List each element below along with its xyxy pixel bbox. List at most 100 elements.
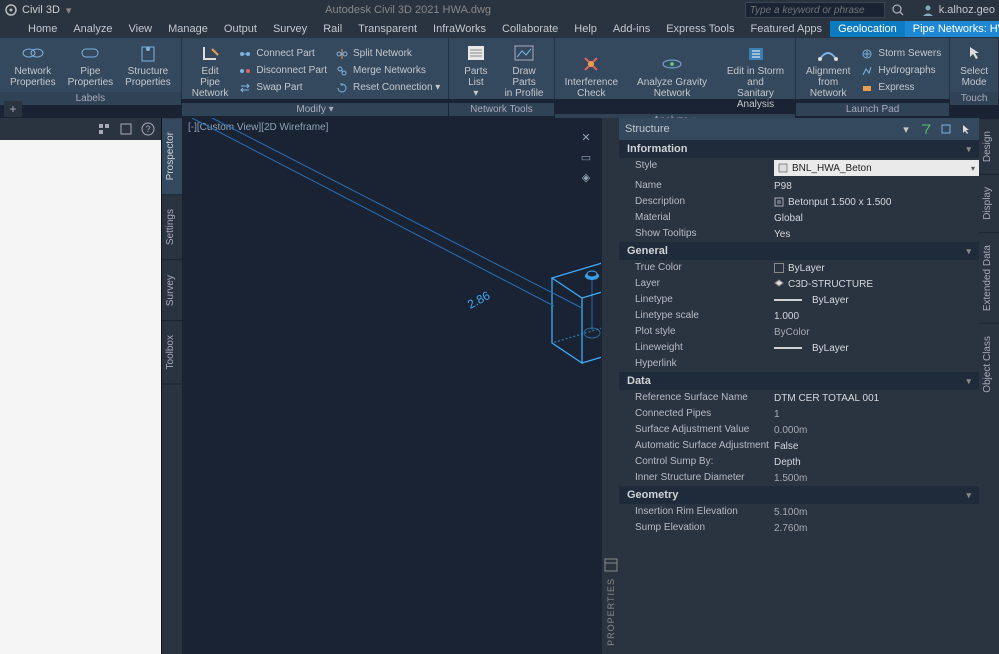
toolspace-icon1[interactable] bbox=[97, 122, 111, 136]
truecolor-field[interactable]: ByLayer bbox=[774, 262, 979, 274]
network-tools-group-label: Network Tools bbox=[449, 103, 553, 116]
section-information[interactable]: Information▾ bbox=[619, 140, 979, 158]
properties-label: PROPERTIES bbox=[606, 578, 616, 646]
alignment-from-network-button[interactable]: Alignment from Network bbox=[802, 40, 854, 101]
edit-pipe-network-button[interactable]: Edit Pipe Network bbox=[188, 40, 233, 101]
rail-display[interactable]: Display bbox=[979, 174, 999, 232]
props-arrow-icon[interactable]: ▾ bbox=[899, 122, 913, 136]
tab-pipe-networks[interactable]: Pipe Networks: HWA Takkie Bestaand bbox=[905, 21, 999, 37]
split-network-button[interactable]: Split Network bbox=[333, 46, 442, 62]
properties-panel: Structure ▾ Information▾ StyleBNL_HWA_Be… bbox=[619, 118, 979, 654]
rail-design[interactable]: Design bbox=[979, 118, 999, 174]
linetypescale-field[interactable]: 1.000 bbox=[774, 310, 979, 322]
tab-manage[interactable]: Manage bbox=[160, 21, 216, 37]
user-account[interactable]: k.alhoz.geo bbox=[921, 3, 995, 17]
description-field[interactable]: Betonput 1.500 x 1.500 bbox=[774, 196, 979, 208]
drawing-viewport[interactable]: [-][Custom View][2D Wireframe] ✕ ▭ ◈ bbox=[182, 118, 601, 654]
surfadj-field: 0.000m bbox=[774, 424, 979, 436]
app-name: Civil 3D bbox=[22, 4, 60, 16]
pipe-lines bbox=[182, 118, 601, 418]
select-mode-button[interactable]: Select Mode bbox=[956, 40, 992, 90]
connected-pipes-field: 1 bbox=[774, 408, 979, 420]
interference-check-button[interactable]: Interference Check bbox=[561, 51, 622, 101]
network-properties-button[interactable]: Network Properties bbox=[6, 40, 60, 90]
section-general[interactable]: General▾ bbox=[619, 242, 979, 260]
hydrographs-button[interactable]: Hydrographs bbox=[858, 63, 943, 79]
toggle-pickadd-icon[interactable] bbox=[959, 122, 973, 136]
new-tab-button[interactable]: + bbox=[4, 101, 22, 117]
tab-survey[interactable]: Survey bbox=[265, 21, 315, 37]
structure-properties-button[interactable]: Structure Properties bbox=[121, 40, 175, 90]
tooltips-field[interactable]: Yes bbox=[774, 228, 979, 240]
storm-sewers-button[interactable]: Storm Sewers bbox=[858, 46, 943, 62]
lineweight-field[interactable]: ByLayer bbox=[774, 342, 979, 354]
toolspace-tree[interactable] bbox=[0, 140, 161, 654]
draw-parts-profile-button[interactable]: Draw Parts in Profile bbox=[500, 40, 547, 101]
tab-addins[interactable]: Add-ins bbox=[605, 21, 658, 37]
touch-group-label: Touch bbox=[950, 92, 998, 105]
launch-pad-group-label: Launch Pad bbox=[796, 103, 949, 116]
search-icon[interactable] bbox=[891, 3, 905, 17]
tab-settings[interactable]: Settings bbox=[162, 195, 182, 260]
tab-collaborate[interactable]: Collaborate bbox=[494, 21, 566, 37]
right-rail-tabs: Design Display Extended Data Object Clas… bbox=[979, 118, 999, 654]
select-objects-icon[interactable] bbox=[939, 122, 953, 136]
autoadj-field[interactable]: False bbox=[774, 440, 979, 452]
tab-geolocation[interactable]: Geolocation bbox=[830, 21, 905, 37]
tab-survey-left[interactable]: Survey bbox=[162, 261, 182, 321]
quick-select-icon[interactable] bbox=[919, 122, 933, 136]
search-input[interactable] bbox=[745, 2, 885, 18]
description-icon bbox=[774, 197, 784, 207]
material-field[interactable]: Global bbox=[774, 212, 979, 224]
toolspace-panel: ? bbox=[0, 118, 162, 654]
pipe-properties-button[interactable]: Pipe Properties bbox=[64, 40, 118, 90]
tab-prospector[interactable]: Prospector bbox=[162, 118, 182, 195]
tab-help[interactable]: Help bbox=[566, 21, 605, 37]
parts-list-button[interactable]: Parts List ▾ bbox=[455, 40, 496, 101]
rail-object-class[interactable]: Object Class bbox=[979, 323, 999, 405]
labels-group-label: Labels bbox=[0, 92, 181, 105]
window-title: Autodesk Civil 3D 2021 HWA.dwg bbox=[71, 4, 744, 16]
section-geometry[interactable]: Geometry▾ bbox=[619, 486, 979, 504]
analyze-gravity-button[interactable]: Analyze Gravity Network bbox=[626, 51, 718, 101]
connect-part-button[interactable]: Connect Part bbox=[236, 46, 329, 62]
object-type-selector[interactable]: Structure bbox=[625, 123, 670, 135]
rim-elev-field: 5.100m bbox=[774, 506, 979, 518]
section-data[interactable]: Data▾ bbox=[619, 372, 979, 390]
title-bar: Civil 3D ▾ Autodesk Civil 3D 2021 HWA.dw… bbox=[0, 0, 999, 20]
plotstyle-field: ByColor bbox=[774, 326, 979, 338]
merge-networks-button[interactable]: Merge Networks bbox=[333, 63, 442, 79]
properties-palette-bar[interactable]: PROPERTIES bbox=[601, 118, 619, 654]
tab-featured-apps[interactable]: Featured Apps bbox=[743, 21, 831, 37]
disconnect-part-button[interactable]: Disconnect Part bbox=[236, 63, 329, 79]
controlsump-field[interactable]: Depth bbox=[774, 456, 979, 468]
toolspace-icon2[interactable] bbox=[119, 122, 133, 136]
color-swatch-icon bbox=[774, 263, 784, 273]
tab-toolbox[interactable]: Toolbox bbox=[162, 321, 182, 384]
modify-group-label[interactable]: Modify ▾ bbox=[182, 103, 449, 116]
style-field[interactable]: BNL_HWA_Beton▾ bbox=[774, 160, 979, 176]
linetype-field[interactable]: ByLayer bbox=[774, 294, 979, 306]
swap-part-button[interactable]: Swap Part bbox=[236, 80, 329, 96]
edit-storm-button[interactable]: Edit in Storm and Sanitary Analysis bbox=[722, 40, 789, 112]
tab-express-tools[interactable]: Express Tools bbox=[658, 21, 742, 37]
tab-infraworks[interactable]: InfraWorks bbox=[425, 21, 494, 37]
hyperlink-field[interactable] bbox=[774, 358, 979, 370]
layer-field[interactable]: C3D-STRUCTURE bbox=[774, 278, 979, 290]
layer-icon bbox=[774, 279, 784, 289]
app-icon bbox=[4, 3, 18, 17]
tab-analyze[interactable]: Analyze bbox=[65, 21, 120, 37]
tab-transparent[interactable]: Transparent bbox=[350, 21, 425, 37]
tab-output[interactable]: Output bbox=[216, 21, 265, 37]
refsurface-field[interactable]: DTM CER TOTAAL 001 bbox=[774, 392, 979, 404]
tab-home[interactable]: Home bbox=[20, 21, 65, 37]
name-field[interactable]: P98 bbox=[774, 180, 979, 192]
rail-extended-data[interactable]: Extended Data bbox=[979, 232, 999, 323]
help-icon[interactable]: ? bbox=[141, 122, 155, 136]
toolspace-tabs: Prospector Settings Survey Toolbox bbox=[162, 118, 182, 654]
tab-view[interactable]: View bbox=[120, 21, 160, 37]
sump-elev-field: 2.760m bbox=[774, 522, 979, 534]
express-button[interactable]: Express bbox=[858, 80, 943, 96]
tab-rail[interactable]: Rail bbox=[315, 21, 350, 37]
reset-connection-button[interactable]: Reset Connection ▾ bbox=[333, 80, 442, 96]
